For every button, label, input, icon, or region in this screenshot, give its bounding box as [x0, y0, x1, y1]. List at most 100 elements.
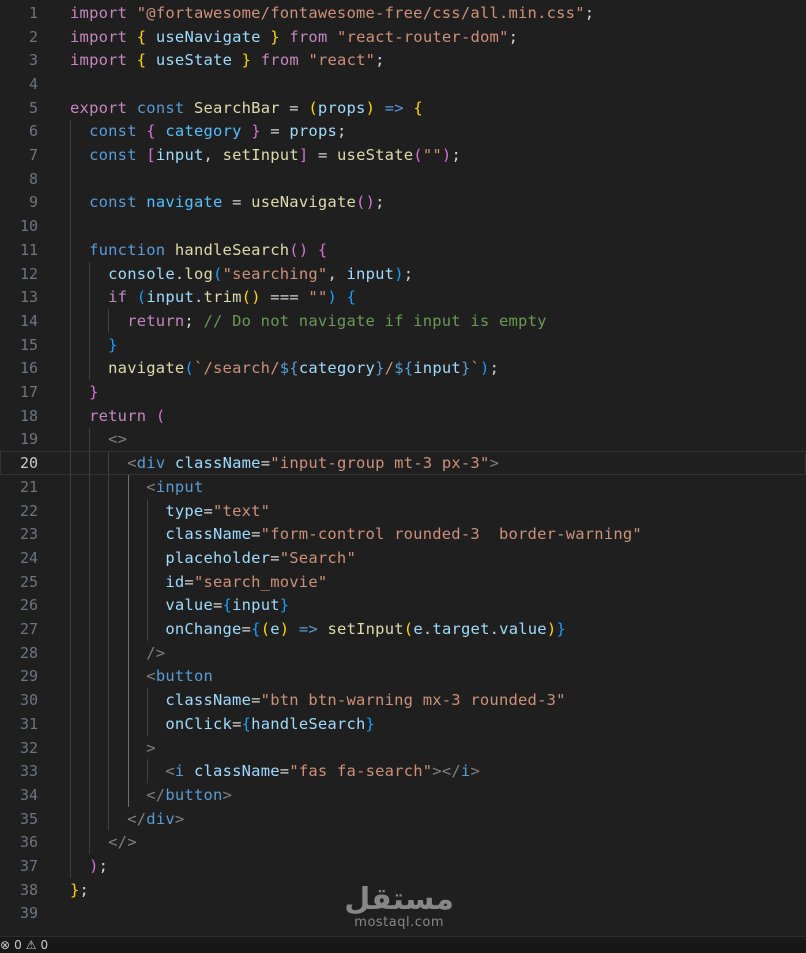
code-line[interactable]: 10: [0, 214, 806, 238]
line-number: 4: [28, 74, 38, 93]
code-line[interactable]: 14 return; // Do not navigate if input i…: [0, 309, 806, 333]
code-token: ): [546, 620, 557, 639]
code-token: "search_movie": [193, 572, 328, 591]
code-line[interactable]: 23 className="form-control rounded-3 bor…: [0, 522, 806, 546]
code-token: className: [193, 762, 280, 781]
code-token: const: [136, 98, 185, 117]
code-line[interactable]: 36 </>: [0, 831, 806, 855]
code-line[interactable]: 21 <input: [0, 475, 806, 499]
x-circle-icon[interactable]: ⊗: [0, 938, 10, 952]
warning-icon[interactable]: ⚠: [26, 938, 37, 952]
code-line[interactable]: 11 function handleSearch() {: [0, 238, 806, 262]
code-line[interactable]: 22 type="text": [0, 499, 806, 523]
code-line[interactable]: 7 const [input, setInput] = useState("")…: [0, 143, 806, 167]
code-token: />: [146, 643, 166, 662]
code-token: const: [89, 146, 137, 165]
code-token: >: [489, 454, 500, 473]
line-number: 16: [19, 359, 38, 378]
code-line[interactable]: 28 />: [0, 641, 806, 665]
code-line[interactable]: 25 id="search_movie": [0, 570, 806, 594]
code-line[interactable]: 29 <button: [0, 665, 806, 689]
code-line[interactable]: 30 className="btn btn-warning mx-3 round…: [0, 688, 806, 712]
code-line[interactable]: 32 >: [0, 736, 806, 760]
code-token: }: [89, 383, 99, 402]
code-line[interactable]: 33 <i className="fas fa-search"></i>: [0, 759, 806, 783]
code-line[interactable]: 26 value={input}: [0, 594, 806, 618]
code-token: button: [155, 667, 214, 686]
code-token: // Do not navigate if input is empty: [203, 311, 547, 330]
line-number: 38: [19, 880, 38, 899]
code-line[interactable]: 8: [0, 167, 806, 191]
watermark-arabic: مستقل: [344, 882, 454, 917]
code-line[interactable]: 6 const { category } = props;: [0, 120, 806, 144]
code-line[interactable]: 9 const navigate = useNavigate();: [0, 191, 806, 215]
line-number: 18: [19, 406, 38, 425]
code-line[interactable]: 5 export const SearchBar = (props) => {: [0, 96, 806, 120]
code-token: {: [317, 240, 328, 259]
errors-count[interactable]: 0: [14, 938, 22, 952]
code-line[interactable]: 20 <div className="input-group mt-3 px-3…: [0, 451, 806, 475]
code-token: input: [413, 359, 461, 378]
code-line[interactable]: 12 console.log("searching", input);: [0, 262, 806, 286]
code-line[interactable]: 35 </div>: [0, 807, 806, 831]
code-line[interactable]: 34 </button>: [0, 783, 806, 807]
code-line[interactable]: 4: [0, 72, 806, 96]
code-editor[interactable]: 1 import "@fortawesome/fontawesome-free/c…: [0, 0, 806, 936]
code-line[interactable]: 13 if (input.trim() === "") {: [0, 285, 806, 309]
warnings-count[interactable]: 0: [40, 938, 48, 952]
code-line[interactable]: 2 import { useNavigate } from "react-rout…: [0, 25, 806, 49]
code-token: .: [193, 288, 204, 307]
code-text: }: [70, 383, 99, 401]
code-token: =: [213, 596, 223, 615]
code-token: (: [308, 98, 318, 117]
code-token: {: [346, 288, 357, 307]
line-number: 12: [19, 264, 38, 283]
line-number: 25: [19, 572, 38, 591]
code-text: const [input, setInput] = useState("");: [70, 146, 461, 164]
code-token: input: [155, 477, 204, 496]
code-text: navigate(`/search/${category}/${input}`)…: [70, 359, 499, 377]
code-line[interactable]: 24 placeholder="Search": [0, 546, 806, 570]
code-token: <: [127, 454, 137, 473]
code-line[interactable]: 27 onChange={(e) => setInput(e.target.va…: [0, 617, 806, 641]
code-token: ): [89, 857, 99, 876]
code-line[interactable]: 18 return (: [0, 404, 806, 428]
code-line[interactable]: 17 }: [0, 380, 806, 404]
code-token: [: [146, 146, 156, 165]
code-line[interactable]: 1 import "@fortawesome/fontawesome-free/c…: [0, 1, 806, 25]
code-token: return: [127, 311, 185, 330]
code-token: onClick: [165, 714, 233, 733]
code-token: handleSearch: [251, 714, 366, 733]
code-token: ;: [375, 51, 385, 70]
line-number: 7: [28, 146, 38, 165]
code-token: (: [136, 288, 147, 307]
code-line[interactable]: 15 }: [0, 333, 806, 357]
line-number: 36: [19, 833, 38, 852]
code-token: ;: [184, 311, 204, 330]
code-token: <: [146, 477, 156, 496]
code-line[interactable]: 19 <>: [0, 428, 806, 452]
line-number: 15: [19, 335, 38, 354]
code-token: {: [222, 596, 233, 615]
code-line[interactable]: 3 import { useState } from "react";: [0, 48, 806, 72]
code-line[interactable]: 16 navigate(`/search/${category}/${input…: [0, 357, 806, 381]
code-token: navigate: [108, 359, 185, 378]
code-line[interactable]: 37 );: [0, 854, 806, 878]
code-token: }: [365, 714, 376, 733]
code-token: >: [146, 738, 156, 757]
code-line[interactable]: 31 onClick={handleSearch}: [0, 712, 806, 736]
